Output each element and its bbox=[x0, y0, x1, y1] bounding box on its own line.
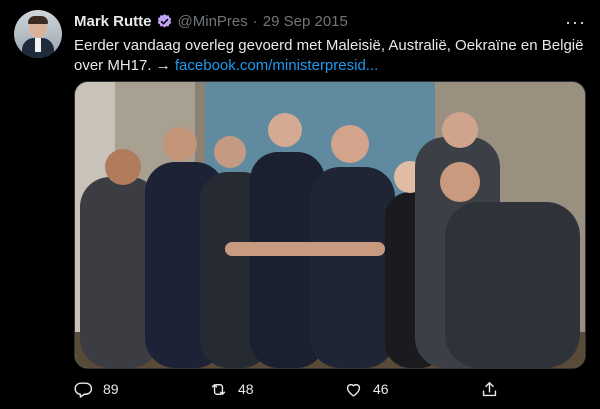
share-button[interactable] bbox=[480, 376, 509, 402]
action-bar: 89 48 46 bbox=[74, 376, 584, 402]
retweet-icon bbox=[211, 383, 226, 395]
tweet-text: Eerder vandaag overleg gevoerd met Malei… bbox=[74, 36, 584, 76]
share-icon bbox=[482, 381, 497, 396]
more-icon[interactable]: ··· bbox=[565, 12, 586, 33]
author-name[interactable]: Mark Rutte bbox=[74, 13, 152, 30]
tweet-date[interactable]: 29 Sep 2015 bbox=[263, 13, 348, 30]
retweet-count: 48 bbox=[238, 381, 254, 397]
like-button[interactable]: 46 bbox=[344, 376, 389, 402]
reply-count: 89 bbox=[103, 381, 119, 397]
author-handle[interactable]: @MinPres bbox=[178, 13, 248, 30]
tweet: Mark Rutte @MinPres · 29 Sep 2015 ··· Ee… bbox=[0, 0, 600, 409]
verified-badge-icon bbox=[156, 13, 173, 30]
tweet-link[interactable]: facebook.com/ministerpresid... bbox=[175, 57, 378, 74]
retweet-button[interactable]: 48 bbox=[209, 376, 254, 402]
group-photo bbox=[75, 82, 585, 368]
tweet-header: Mark Rutte @MinPres · 29 Sep 2015 bbox=[74, 11, 588, 31]
reply-icon bbox=[74, 381, 93, 398]
tweet-photo[interactable] bbox=[74, 81, 586, 369]
like-icon bbox=[346, 383, 361, 397]
reply-button[interactable]: 89 bbox=[74, 376, 119, 402]
avatar[interactable] bbox=[14, 10, 62, 58]
separator-dot: · bbox=[252, 12, 258, 30]
like-count: 46 bbox=[373, 381, 389, 397]
